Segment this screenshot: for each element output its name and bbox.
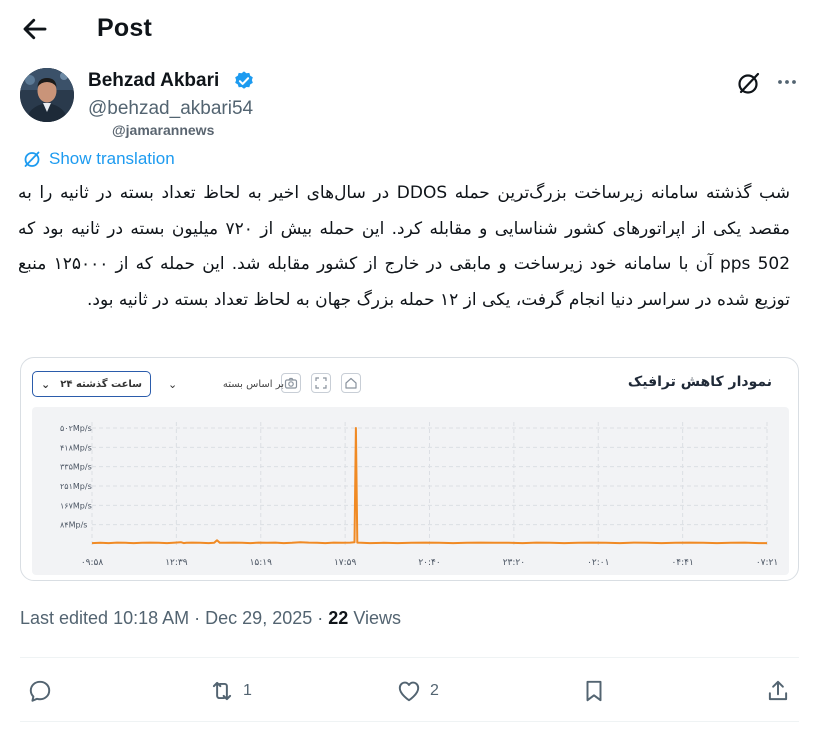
x-tick-label: ۲۰:۴۰ (418, 558, 440, 568)
via-handle: @jamarannews (112, 122, 215, 138)
author-name[interactable]: Behzad Akbari (88, 70, 219, 92)
chart-title: نمودار کاهش ترافیک (627, 374, 772, 390)
reply-button[interactable] (27, 678, 53, 704)
bookmark-icon (586, 680, 602, 702)
divider (20, 657, 799, 658)
post-date[interactable]: Dec 29, 2025 (205, 608, 312, 628)
verified-badge-icon (233, 70, 255, 92)
show-translation-label: Show translation (49, 149, 175, 168)
meta-separator: · (194, 608, 201, 628)
edited-time[interactable]: Last edited 10:18 AM (20, 608, 189, 628)
grok-icon[interactable] (736, 70, 762, 96)
avatar[interactable] (20, 68, 74, 122)
chevron-down-icon: ⌄ (41, 377, 51, 391)
fullscreen-icon (311, 373, 331, 393)
basis-select: ⌄ بر اساس بسته (160, 371, 292, 397)
time-range-select: ⌄ ۲۴ ساعت گذشته (32, 371, 151, 397)
retweet-button[interactable]: 1 (209, 678, 252, 704)
x-tick-label: ۰۹:۵۸ (81, 558, 104, 568)
chevron-down-icon: ⌄ (168, 377, 178, 391)
post-meta: Last edited 10:18 AM · Dec 29, 2025 · 22… (20, 608, 401, 629)
x-tick-label: ۱۲:۳۹ (165, 558, 188, 568)
views-label: Views (353, 608, 402, 628)
home-icon (341, 373, 361, 393)
back-arrow-icon[interactable] (20, 14, 50, 44)
like-count: 2 (430, 682, 439, 699)
basis-select-value: بر اساس بسته (222, 378, 284, 390)
share-button[interactable] (765, 678, 791, 704)
x-tick-label: ۲۳:۲۰ (503, 558, 525, 568)
more-icon[interactable] (775, 70, 799, 94)
top-bar: Post (0, 0, 816, 58)
retweet-count: 1 (243, 682, 252, 699)
time-range-value: ۲۴ ساعت گذشته (60, 378, 142, 390)
x-tick-label: ۱۵:۱۹ (250, 558, 273, 568)
y-tick-label: ۳۳۵Mp/s (60, 463, 92, 472)
x-tick-label: ۰۲:۰۱ (587, 558, 609, 568)
y-tick-label: ۵۰۲Mp/s (60, 424, 92, 433)
like-icon (398, 681, 420, 702)
divider (20, 721, 799, 722)
translate-icon (24, 151, 40, 167)
retweet-icon (212, 681, 232, 701)
traffic-chart: ۵۰۲Mp/s ۴۱۸Mp/s ۳۳۵Mp/s ۲۵۱Mp/s ۱۶۷Mp/s ۸۴Mp/… (60, 422, 778, 568)
views-count: 22 (328, 608, 349, 628)
y-tick-label: ۱۶۷Mp/s (60, 501, 92, 510)
reply-icon (29, 680, 51, 702)
y-tick-label: ۸۴Mp/s (60, 521, 87, 530)
share-icon (768, 680, 788, 701)
bookmark-button[interactable] (581, 678, 607, 704)
tweet-text: شب گذشته سامانه زیرساخت بزرگ‌ترین حمله D… (18, 183, 791, 310)
x-tick-label: ۰۴:۴۱ (671, 558, 693, 568)
x-tick-label: ۱۷:۵۹ (334, 558, 357, 568)
meta-separator: · (317, 608, 324, 628)
plot-area: ۵۰۲Mp/s ۴۱۸Mp/s ۳۳۵Mp/s ۲۵۱Mp/s ۱۶۷Mp/s ۸۴Mp/… (32, 407, 789, 575)
y-tick-label: ۲۵۱Mp/s (60, 482, 92, 491)
author-handle[interactable]: @behzad_akbari54 (88, 98, 253, 120)
show-translation-link[interactable]: Show translation (22, 148, 175, 170)
x-tick-label: ۰۷:۲۱ (756, 558, 778, 568)
media-image-card[interactable]: نمودار کاهش ترافیک ⌄ بر اساس بسته ⌄ ۲۴ س… (20, 357, 799, 581)
action-bar: 1 2 (0, 672, 816, 712)
like-button[interactable]: 2 (396, 678, 439, 704)
page-title: Post (97, 14, 152, 42)
y-tick-label: ۴۱۸Mp/s (60, 443, 92, 452)
